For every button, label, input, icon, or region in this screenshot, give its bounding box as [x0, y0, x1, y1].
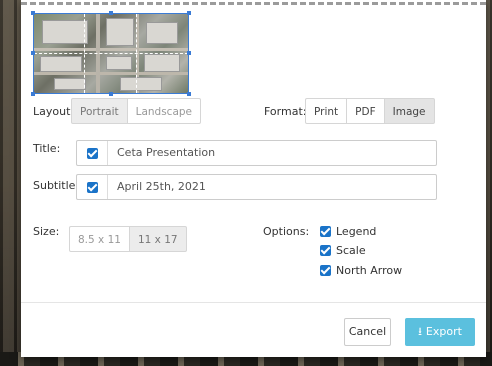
- option-legend[interactable]: Legend: [320, 225, 376, 238]
- subtitle-checkbox[interactable]: [77, 175, 108, 199]
- layout-toggle: Portrait Landscape: [71, 98, 202, 124]
- map-building: [146, 22, 178, 44]
- option-north-arrow[interactable]: North Arrow: [320, 264, 402, 277]
- resize-handle[interactable]: [31, 51, 35, 55]
- map-building: [42, 20, 88, 44]
- footer-divider: [21, 302, 486, 303]
- page-extent-border: [21, 2, 486, 5]
- export-icon: ⭳: [418, 325, 422, 338]
- title-input[interactable]: Ceta Presentation: [117, 141, 215, 165]
- size-tabloid-button[interactable]: 11 x 17: [128, 226, 187, 252]
- map-building: [120, 77, 162, 91]
- cancel-button[interactable]: Cancel: [344, 318, 391, 346]
- options-label: Options:: [263, 225, 310, 238]
- scale-checkbox[interactable]: [320, 245, 331, 256]
- map-building: [106, 18, 134, 46]
- resize-handle[interactable]: [31, 11, 35, 15]
- map-building: [40, 56, 82, 72]
- resize-handle[interactable]: [187, 51, 191, 55]
- size-letter-button[interactable]: 8.5 x 11: [69, 226, 130, 252]
- export-button-label: Export: [425, 325, 462, 338]
- size-toggle: 8.5 x 11 11 x 17: [69, 226, 187, 252]
- map-building: [54, 78, 86, 90]
- resize-handle[interactable]: [187, 11, 191, 15]
- layout-label: Layout:: [33, 105, 75, 118]
- legend-checkbox[interactable]: [320, 226, 331, 237]
- map-building: [144, 54, 180, 72]
- resize-handle[interactable]: [31, 92, 35, 96]
- export-button[interactable]: ⭳ Export: [405, 318, 475, 346]
- map-preview[interactable]: [31, 11, 191, 96]
- resize-handle[interactable]: [109, 92, 113, 96]
- subtitle-label: Subtitle:: [33, 179, 80, 192]
- subtitle-field[interactable]: April 25th, 2021: [76, 174, 437, 200]
- subtitle-input[interactable]: April 25th, 2021: [117, 175, 206, 199]
- layout-landscape-button[interactable]: Landscape: [126, 98, 202, 124]
- title-field[interactable]: Ceta Presentation: [76, 140, 437, 166]
- option-scale-label: Scale: [336, 244, 366, 257]
- print-dialog: Layout: Portrait Landscape Format: Print…: [21, 0, 486, 357]
- grid-line: [34, 53, 188, 54]
- resize-handle[interactable]: [109, 11, 113, 15]
- resize-handle[interactable]: [187, 92, 191, 96]
- format-pdf-button[interactable]: PDF: [346, 98, 385, 124]
- format-image-button[interactable]: Image: [383, 98, 435, 124]
- option-north-arrow-label: North Arrow: [336, 264, 403, 277]
- size-label: Size:: [33, 225, 60, 238]
- format-label: Format:: [264, 105, 307, 118]
- layout-portrait-button[interactable]: Portrait: [71, 98, 128, 124]
- title-label: Title:: [33, 142, 61, 155]
- north-arrow-checkbox[interactable]: [320, 265, 331, 276]
- option-scale[interactable]: Scale: [320, 244, 366, 257]
- option-legend-label: Legend: [336, 225, 377, 238]
- title-checkbox[interactable]: [77, 141, 108, 165]
- format-print-button[interactable]: Print: [305, 98, 348, 124]
- format-toggle: Print PDF Image: [305, 98, 435, 124]
- check-icon: [86, 181, 98, 193]
- check-icon: [86, 147, 98, 159]
- map-building: [106, 56, 132, 70]
